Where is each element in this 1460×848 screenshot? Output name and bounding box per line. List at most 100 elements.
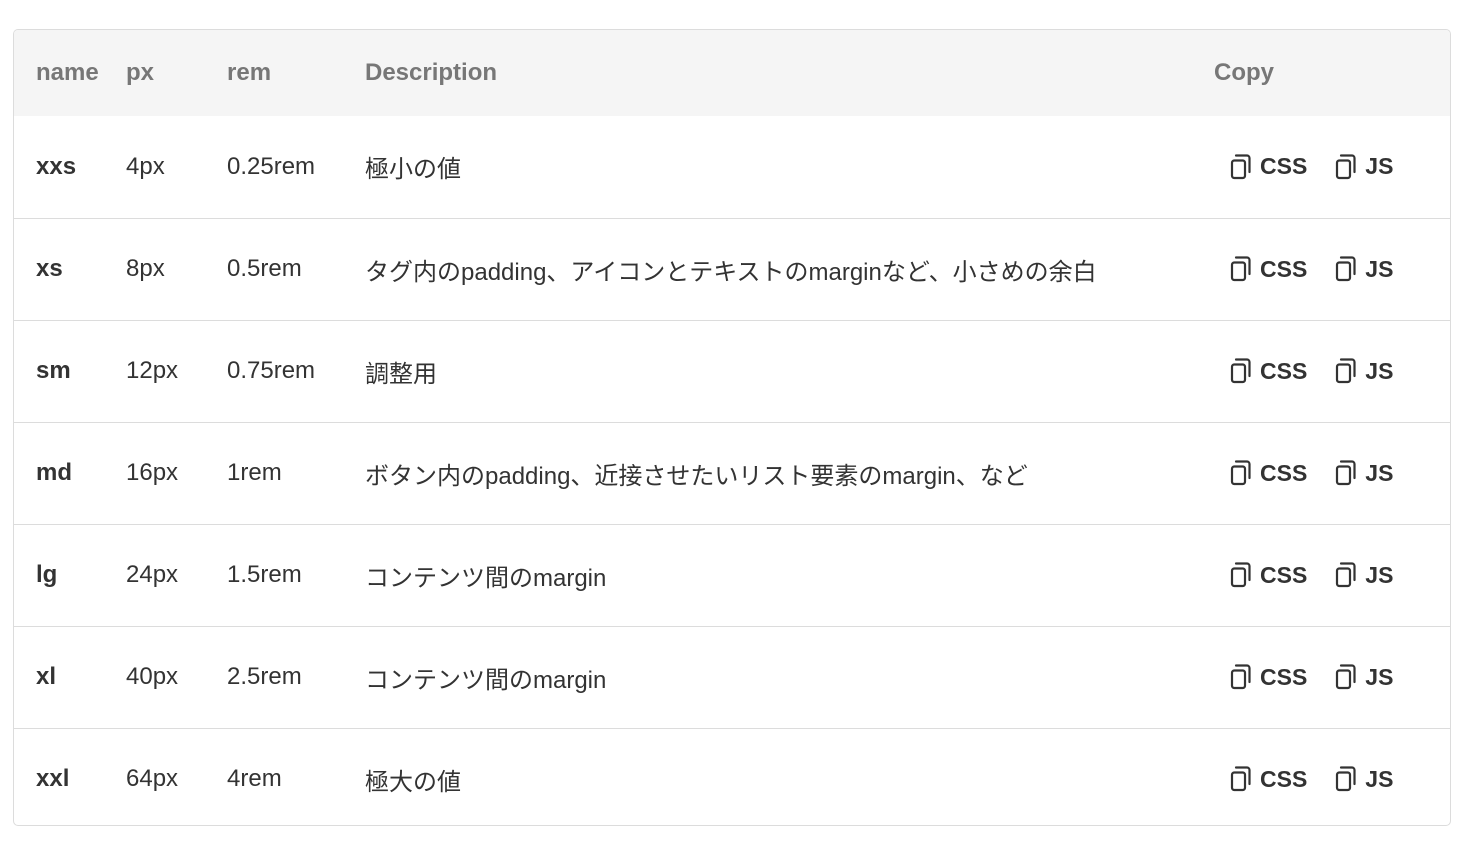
header-px: px xyxy=(126,59,155,86)
copy-js-button[interactable]: JS xyxy=(1335,358,1393,385)
copy-js-button[interactable]: JS xyxy=(1335,256,1393,283)
copy-icon xyxy=(1230,256,1252,282)
copy-js-label: JS xyxy=(1365,459,1394,486)
copy-css-button[interactable]: CSS xyxy=(1230,562,1307,589)
copy-js-label: JS xyxy=(1365,153,1394,180)
copy-css-button[interactable]: CSS xyxy=(1230,766,1307,793)
copy-js-label: JS xyxy=(1365,663,1394,690)
cell-rem: 0.25rem xyxy=(227,152,316,180)
cell-rem: 0.75rem xyxy=(227,357,316,384)
table-header: name px rem Description Copy xyxy=(14,30,1450,116)
cell-px: 12px xyxy=(126,357,179,384)
spacing-table: name px rem Description Copy xxs 4px 0.2… xyxy=(14,30,1450,825)
header-description: Description xyxy=(365,59,498,86)
copy-icon xyxy=(1230,562,1252,588)
copy-button-group: CSS JS xyxy=(1214,766,1450,793)
header-row: name px rem Description Copy xyxy=(14,30,1450,116)
copy-js-label: JS xyxy=(1365,765,1394,792)
copy-icon xyxy=(1335,766,1357,792)
copy-icon xyxy=(1335,664,1357,690)
cell-px: 40px xyxy=(126,663,179,690)
cell-name: xl xyxy=(36,663,57,690)
cell-name: xs xyxy=(36,255,63,282)
cell-px: 8px xyxy=(126,255,165,282)
cell-description: 極大の値 xyxy=(365,768,461,796)
cell-copy: CSS JS xyxy=(1214,728,1450,825)
copy-js-button[interactable]: JS xyxy=(1335,562,1393,589)
header-copy: Copy xyxy=(1214,59,1274,86)
copy-icon xyxy=(1335,460,1357,486)
cell-name: xxl xyxy=(36,765,70,793)
copy-js-label: JS xyxy=(1365,561,1394,588)
copy-css-button[interactable]: CSS xyxy=(1230,460,1307,487)
copy-css-label: CSS xyxy=(1260,459,1308,486)
cell-copy: CSS JS xyxy=(1214,320,1450,422)
table-row: xxs 4px 0.25rem 極小の値 CSS JS xyxy=(14,116,1450,218)
cell-copy: CSS JS xyxy=(1214,626,1450,728)
copy-js-button[interactable]: JS xyxy=(1335,664,1393,691)
table-row: sm 12px 0.75rem 調整用 CSS JS xyxy=(14,320,1450,422)
cell-px: 4px xyxy=(126,152,165,180)
copy-css-button[interactable]: CSS xyxy=(1230,256,1307,283)
cell-rem: 2.5rem xyxy=(227,663,302,690)
copy-button-group: CSS JS xyxy=(1214,562,1450,589)
copy-button-group: CSS JS xyxy=(1214,358,1450,385)
cell-px: 24px xyxy=(126,561,179,588)
cell-description: コンテンツ間のmargin xyxy=(365,666,607,694)
copy-icon xyxy=(1335,256,1357,282)
cell-px: 16px xyxy=(126,459,179,486)
cell-copy: CSS JS xyxy=(1214,524,1450,626)
copy-css-button[interactable]: CSS xyxy=(1230,664,1307,691)
header-name: name xyxy=(36,59,99,86)
copy-icon xyxy=(1335,562,1357,588)
spacing-table-container: name px rem Description Copy xxs 4px 0.2… xyxy=(13,29,1451,826)
cell-description: 調整用 xyxy=(365,360,437,388)
copy-css-label: CSS xyxy=(1260,357,1308,384)
cell-copy: CSS JS xyxy=(1214,422,1450,524)
copy-js-button[interactable]: JS xyxy=(1335,460,1393,487)
copy-button-group: CSS JS xyxy=(1214,153,1450,180)
copy-css-label: CSS xyxy=(1260,153,1308,180)
copy-button-group: CSS JS xyxy=(1214,256,1450,283)
cell-description: 極小の値 xyxy=(365,156,461,184)
copy-icon xyxy=(1230,358,1252,384)
header-rem: rem xyxy=(227,59,272,86)
copy-button-group: CSS JS xyxy=(1214,664,1450,691)
cell-description: ボタン内のpadding、近接させたいリスト要素のmargin、など xyxy=(365,462,1028,490)
table-row: xl 40px 2.5rem コンテンツ間のmargin CSS JS xyxy=(14,626,1450,728)
cell-name: xxs xyxy=(36,152,77,180)
cell-px: 64px xyxy=(126,765,179,793)
table-body: xxs 4px 0.25rem 極小の値 CSS JS xs 8px 0.5re… xyxy=(14,116,1450,825)
cell-copy: CSS JS xyxy=(1214,116,1450,218)
cell-name: md xyxy=(36,459,72,486)
table-row: xs 8px 0.5rem タグ内のpadding、アイコンとテキストのmarg… xyxy=(14,218,1450,320)
copy-js-label: JS xyxy=(1365,357,1394,384)
cell-copy: CSS JS xyxy=(1214,218,1450,320)
copy-js-button[interactable]: JS xyxy=(1335,153,1393,180)
copy-icon xyxy=(1335,358,1357,384)
copy-icon xyxy=(1230,460,1252,486)
cell-rem: 4rem xyxy=(227,765,282,793)
cell-rem: 0.5rem xyxy=(227,255,302,282)
table-row: xxl 64px 4rem 極大の値 CSS JS xyxy=(14,728,1450,825)
copy-button-group: CSS JS xyxy=(1214,460,1450,487)
copy-icon xyxy=(1335,154,1357,180)
copy-js-label: JS xyxy=(1365,255,1394,282)
cell-name: sm xyxy=(36,357,71,384)
cell-description: コンテンツ間のmargin xyxy=(365,564,607,592)
copy-icon xyxy=(1230,154,1252,180)
cell-name: lg xyxy=(36,561,58,588)
copy-css-label: CSS xyxy=(1260,765,1308,792)
cell-description: タグ内のpadding、アイコンとテキストのmarginなど、小さめの余白 xyxy=(365,258,1097,286)
copy-icon xyxy=(1230,766,1252,792)
copy-css-button[interactable]: CSS xyxy=(1230,153,1307,180)
copy-css-button[interactable]: CSS xyxy=(1230,358,1307,385)
cell-rem: 1rem xyxy=(227,459,282,486)
copy-css-label: CSS xyxy=(1260,255,1308,282)
copy-js-button[interactable]: JS xyxy=(1335,766,1393,793)
table-row: md 16px 1rem ボタン内のpadding、近接させたいリスト要素のma… xyxy=(14,422,1450,524)
table-row: lg 24px 1.5rem コンテンツ間のmargin CSS JS xyxy=(14,524,1450,626)
copy-icon xyxy=(1230,664,1252,690)
copy-css-label: CSS xyxy=(1260,561,1308,588)
copy-css-label: CSS xyxy=(1260,663,1308,690)
